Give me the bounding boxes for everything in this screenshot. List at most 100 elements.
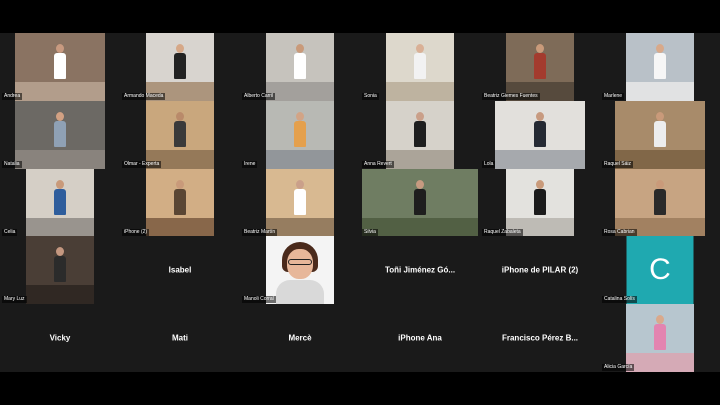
participant-video [146, 169, 214, 237]
person-head [56, 112, 64, 121]
participant-name: iPhone Ana [398, 333, 442, 343]
person-torso [174, 189, 186, 215]
participant-video [266, 169, 334, 237]
participant-video [362, 169, 478, 237]
person-head [656, 315, 664, 324]
participant-name: Sonia [362, 93, 379, 100]
participant-tile[interactable]: Anna Revert [360, 101, 480, 169]
person-head [56, 44, 64, 53]
participant-video [506, 33, 574, 101]
participant-tile[interactable]: Mercè [240, 304, 360, 372]
participant-name: Silvia [362, 229, 378, 236]
participant-name: Beatriz Martín [242, 229, 278, 236]
person-torso [54, 121, 66, 147]
photo-body [276, 280, 324, 304]
person-head [416, 180, 424, 189]
participant-tile[interactable]: Mati [120, 304, 240, 372]
person-torso [654, 121, 666, 147]
participant-name: Irene [242, 161, 258, 168]
participant-name: Isabel [168, 265, 192, 275]
participant-tile[interactable]: iPhone de PILAR (2) [480, 236, 600, 304]
participant-tile[interactable]: Isabel [120, 236, 240, 304]
participant-name: Manoli Corral [242, 296, 276, 303]
participant-name: Vicky [49, 333, 71, 343]
participant-name: Olmar - Experta [122, 161, 162, 168]
person-torso [54, 189, 66, 215]
participant-tile[interactable]: Beatriz Giemes Fuentes [480, 33, 600, 101]
participant-tile[interactable]: Raquel Sáiz [600, 101, 720, 169]
participant-name: Raquel Sáiz [602, 161, 633, 168]
person-torso [294, 53, 306, 79]
person-torso [294, 121, 306, 147]
participant-tile[interactable]: Rosa Cabrian [600, 169, 720, 237]
participant-video [15, 33, 105, 101]
participant-name: Anna Revert [362, 161, 394, 168]
participant-name: Mercè [288, 333, 312, 343]
participant-name: Francisco Pérez B... [501, 333, 579, 343]
person-head [536, 180, 544, 189]
participant-tile[interactable]: Toñi Jiménez Gó... [360, 236, 480, 304]
participant-tile[interactable]: Celia [0, 169, 120, 237]
participant-tile[interactable]: Irene [240, 101, 360, 169]
person-head [416, 44, 424, 53]
participant-tile[interactable]: Marlene [600, 33, 720, 101]
participant-video [495, 101, 585, 169]
participant-tile[interactable]: Francisco Pérez B... [480, 304, 600, 372]
participant-tile[interactable]: C Catalina Solís [600, 236, 720, 304]
participant-video [146, 101, 214, 169]
person-head [416, 112, 424, 121]
person-torso [54, 53, 66, 79]
participant-tile[interactable]: Raquel Zabaleta [480, 169, 600, 237]
participant-video [626, 304, 694, 372]
video-floor [495, 149, 585, 169]
participant-name: Raquel Zabaleta [482, 229, 523, 236]
participant-name: Mati [172, 333, 188, 343]
participant-tile[interactable]: Lola [480, 101, 600, 169]
person-head [56, 247, 64, 256]
participant-tile[interactable]: Manoli Corral [240, 236, 360, 304]
participant-tile[interactable]: Alicia García [600, 304, 720, 372]
participant-name: Alberto Carril [242, 93, 276, 100]
participant-name: Armando Maceda [122, 93, 166, 100]
participant-tile[interactable]: Alberto Carril [240, 33, 360, 101]
participant-tile[interactable]: Andrea [0, 33, 120, 101]
participant-tile[interactable]: iPhone Ana [360, 304, 480, 372]
video-floor [386, 81, 454, 101]
participant-tile[interactable]: Mary Luz [0, 236, 120, 304]
participant-video [146, 33, 214, 101]
participant-tile[interactable]: Silvia [360, 169, 480, 237]
person-head [176, 180, 184, 189]
participant-name: Natalia [2, 161, 22, 168]
meeting-window: Andrea Armando Maceda Alberto Carril Sonia B… [0, 0, 720, 405]
participant-tile[interactable]: Vicky [0, 304, 120, 372]
participant-tile[interactable]: Natalia [0, 101, 120, 169]
person-head [296, 180, 304, 189]
participant-video [386, 33, 454, 101]
participant-video [626, 33, 694, 101]
avatar: C [626, 236, 694, 304]
participant-tile[interactable]: Armando Maceda [120, 33, 240, 101]
participant-tile[interactable]: Beatriz Martín [240, 169, 360, 237]
profile-photo [266, 236, 334, 304]
person-torso [54, 256, 66, 282]
person-head [56, 180, 64, 189]
person-torso [654, 324, 666, 350]
participant-name: Mary Luz [2, 296, 27, 303]
participant-name: Beatriz Giemes Fuentes [482, 93, 540, 100]
participant-tile[interactable]: Olmar - Experta [120, 101, 240, 169]
participant-name: Andrea [2, 93, 23, 100]
participant-video [266, 101, 334, 169]
video-floor [15, 81, 105, 101]
participant-name: Rosa Cabrian [602, 229, 637, 236]
participant-name: Marlene [602, 93, 625, 100]
video-floor [146, 217, 214, 237]
person-torso [174, 121, 186, 147]
person-torso [654, 189, 666, 215]
participant-name: Toñi Jiménez Gó... [384, 265, 456, 275]
participant-name: Alicia García [602, 364, 635, 371]
video-floor [26, 217, 94, 237]
video-floor [386, 149, 454, 169]
participant-tile[interactable]: iPhone (2) [120, 169, 240, 237]
person-torso [414, 189, 426, 215]
participant-tile[interactable]: Sonia [360, 33, 480, 101]
